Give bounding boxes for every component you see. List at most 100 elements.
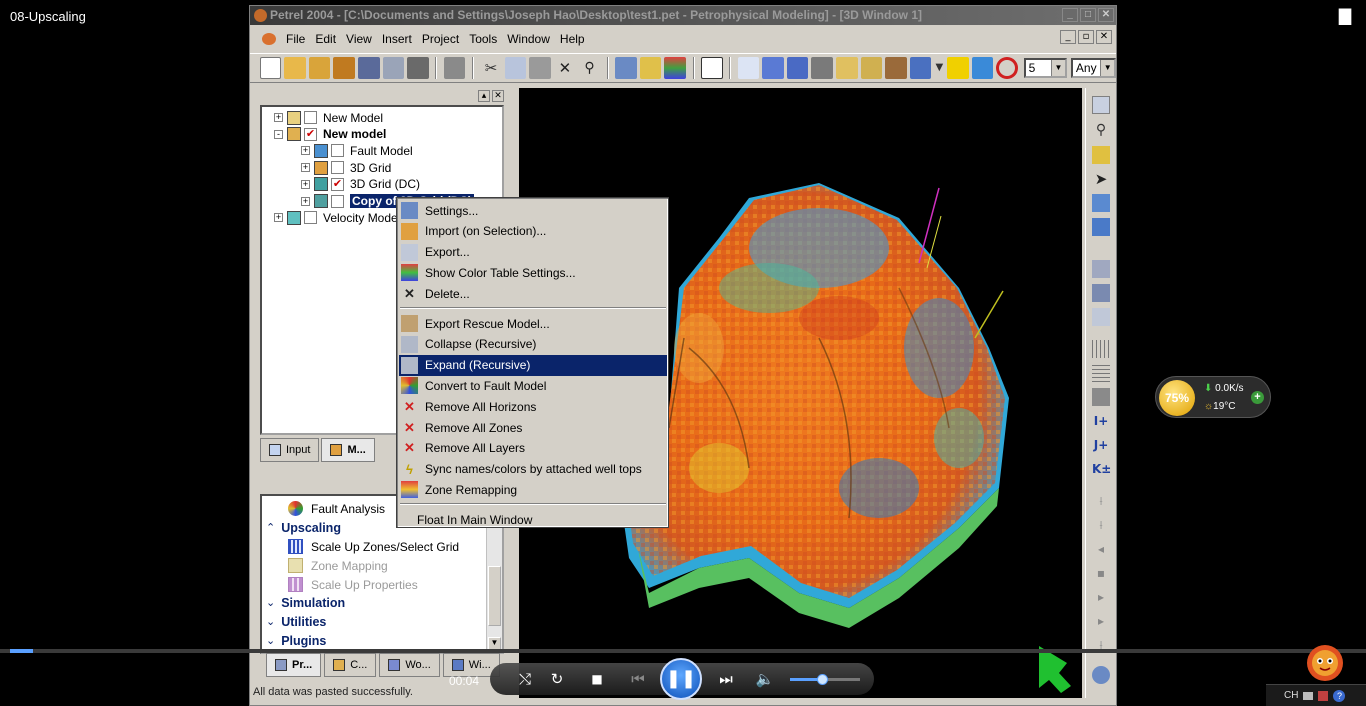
context-menu-item[interactable]: Expand (Recursive) — [399, 354, 667, 376]
chevron-down-icon[interactable]: ▼ — [1100, 60, 1115, 76]
view-mode-icon[interactable] — [1092, 96, 1110, 114]
menu-edit[interactable]: Edit — [310, 30, 341, 48]
expand-icon[interactable]: + — [301, 146, 310, 156]
visibility-checkbox[interactable] — [304, 111, 317, 124]
calendar-icon[interactable] — [1092, 308, 1110, 326]
chevron-down-icon[interactable]: ▼ — [934, 57, 944, 79]
tree-item[interactable]: - ✔ New model — [274, 126, 386, 143]
pause-button[interactable]: ❚❚ — [660, 658, 702, 700]
shuffle-icon[interactable]: ⤭ — [514, 668, 536, 690]
context-menu-item[interactable]: Export Rescue Model... — [399, 313, 667, 334]
histogram-icon[interactable] — [1092, 284, 1110, 302]
volume-icon[interactable]: 🔈 — [754, 668, 776, 690]
menu-insert[interactable]: Insert — [377, 30, 417, 48]
menu-file[interactable]: File — [281, 30, 310, 48]
tab-workflows[interactable]: Wo... — [379, 653, 440, 677]
stop-icon[interactable]: ■ — [586, 668, 608, 690]
collapse-icon[interactable]: - — [274, 129, 283, 139]
new-window-icon[interactable] — [701, 57, 723, 79]
menu-tools[interactable]: Tools — [464, 30, 502, 48]
edit-icon[interactable] — [737, 57, 760, 79]
flag-icon[interactable] — [1318, 690, 1329, 701]
volume-slider[interactable] — [790, 674, 860, 685]
save-as-icon[interactable] — [382, 57, 405, 79]
pan-icon[interactable] — [947, 57, 969, 79]
tool-icon[interactable]: ⟊ — [1092, 638, 1110, 656]
save-icon[interactable] — [357, 57, 380, 79]
panel-float-button[interactable]: ▴ — [478, 90, 490, 102]
visibility-checkbox[interactable] — [331, 144, 344, 158]
context-menu-item[interactable]: Import (on Selection)... — [399, 221, 667, 242]
navigate-icon[interactable] — [443, 57, 466, 79]
home-view-icon[interactable] — [860, 57, 883, 79]
menu-view[interactable]: View — [341, 30, 377, 48]
context-menu-item[interactable]: Export... — [399, 242, 667, 263]
close-button[interactable]: ✕ — [1098, 8, 1114, 22]
menu-project[interactable]: Project — [417, 30, 464, 48]
expand-icon[interactable]: + — [301, 179, 310, 189]
fullscreen-toggle-icon[interactable]: ▇ — [1336, 8, 1354, 24]
find-icon[interactable]: ⚲ — [579, 57, 601, 79]
tree-item[interactable]: +3D Grid — [301, 159, 391, 176]
context-menu-item[interactable]: ✕ Delete... — [399, 283, 667, 304]
expand-icon[interactable]: + — [274, 213, 283, 223]
pick-icon[interactable] — [1092, 194, 1110, 212]
copy-icon[interactable] — [504, 57, 527, 79]
previous-icon[interactable]: ⏮ — [618, 668, 658, 690]
volume-knob[interactable] — [816, 674, 828, 685]
panel-close-button[interactable]: ✕ — [492, 90, 504, 102]
new-folder-icon[interactable] — [639, 57, 662, 79]
i-direction-icon[interactable]: I+ — [1092, 414, 1110, 432]
context-menu-item[interactable]: Show Color Table Settings... — [399, 262, 667, 283]
system-monitor-widget[interactable]: 75% ⬇ 0.0K/s ☼19°C + — [1155, 376, 1271, 418]
context-menu-item[interactable]: Collapse (Recursive) — [399, 334, 667, 355]
repeat-icon[interactable]: ↻ — [546, 668, 568, 690]
context-menu-item[interactable]: ✕ Remove All Horizons — [399, 396, 667, 417]
expand-icon[interactable]: + — [301, 196, 310, 206]
expand-icon[interactable]: + — [274, 113, 283, 122]
pan-view-icon[interactable] — [1092, 218, 1110, 236]
visibility-checkbox[interactable] — [331, 161, 344, 175]
context-menu-item[interactable]: ✕ Remove All Zones — [399, 417, 667, 438]
select-pointer-icon[interactable]: ➤ — [1092, 170, 1110, 188]
process-fault-analysis[interactable]: Fault Analysis — [288, 499, 385, 518]
color-table-icon[interactable] — [664, 57, 687, 79]
tab-cases[interactable]: C... — [324, 653, 377, 677]
tool-icon[interactable]: ▸ — [1092, 590, 1110, 608]
seek-bar[interactable] — [0, 649, 1366, 653]
visibility-checkbox[interactable] — [331, 194, 344, 208]
windows-icon[interactable] — [786, 57, 809, 79]
cube-icon[interactable] — [909, 57, 932, 79]
stop-icon[interactable] — [996, 57, 1019, 79]
help-icon[interactable]: ? — [1333, 689, 1346, 702]
section-icon[interactable] — [1092, 260, 1110, 278]
menu-help[interactable]: Help — [555, 30, 590, 48]
context-menu-item[interactable]: Convert to Fault Model — [399, 375, 667, 396]
paint-icon[interactable] — [762, 57, 784, 79]
next-icon[interactable]: ⏭ — [708, 668, 744, 690]
print-icon[interactable] — [407, 57, 429, 79]
context-menu-item[interactable]: Settings... — [399, 200, 667, 221]
process-scale-up-properties[interactable]: Scale Up Properties — [288, 575, 418, 594]
measure-icon[interactable] — [1092, 146, 1110, 164]
visibility-checkbox[interactable] — [304, 211, 317, 225]
open-project-icon[interactable] — [308, 57, 331, 79]
scrollbar-thumb[interactable] — [488, 566, 501, 626]
menu-window[interactable]: Window — [502, 30, 555, 48]
filter-combo[interactable]: Any ▼ — [1070, 58, 1116, 78]
paste-icon[interactable] — [529, 57, 552, 79]
doc-close-button[interactable]: ✕ — [1096, 30, 1112, 44]
spider-icon[interactable] — [885, 57, 907, 79]
link-view-icon[interactable] — [971, 57, 994, 79]
tab-input[interactable]: Input — [260, 438, 320, 462]
k-direction-icon[interactable]: K± — [1092, 462, 1111, 480]
tree-item[interactable]: + Velocity Model — [274, 209, 400, 226]
rotate-view-icon[interactable] — [1092, 666, 1110, 684]
value-combo[interactable]: 5 ▼ — [1023, 58, 1067, 78]
chevron-down-icon[interactable]: ▼ — [1050, 60, 1065, 76]
import-icon[interactable] — [333, 57, 355, 79]
tool-icon[interactable]: ▸ — [1092, 614, 1110, 632]
tab-processes[interactable]: Pr... — [266, 653, 322, 677]
process-zone-mapping[interactable]: Zone Mapping — [288, 556, 388, 575]
layer-view-icon[interactable] — [1092, 364, 1110, 382]
